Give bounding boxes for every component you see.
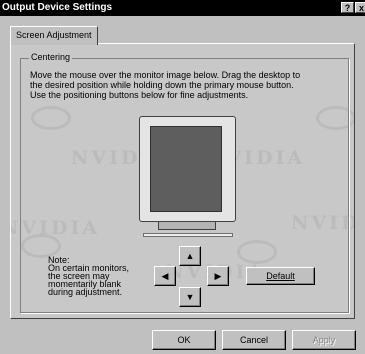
- monitor-base: [158, 222, 216, 230]
- title-bar: Output Device Settings ? x: [0, 0, 365, 16]
- instructions-text: Move the mouse over the monitor image be…: [30, 70, 348, 100]
- window-title: Output Device Settings: [2, 2, 113, 13]
- move-down-button[interactable]: ▼: [179, 287, 201, 307]
- arrow-up-icon: ▲: [185, 251, 195, 261]
- note-text: Note: On certain monitors, the screen ma…: [48, 256, 129, 297]
- move-left-button[interactable]: ◀: [154, 266, 176, 286]
- default-button[interactable]: Default: [246, 267, 315, 285]
- close-button[interactable]: x: [355, 2, 365, 13]
- instructions-line: Move the mouse over the monitor image be…: [30, 70, 301, 80]
- instructions-line: Use the positioning buttons below for fi…: [30, 90, 249, 100]
- arrow-left-icon: ◀: [161, 271, 169, 281]
- move-right-button[interactable]: ▶: [207, 266, 229, 286]
- default-button-label: Default: [266, 271, 295, 281]
- ok-button[interactable]: OK: [152, 330, 216, 350]
- instructions-line: the desired position while holding down …: [30, 80, 294, 90]
- monitor-screen[interactable]: [150, 126, 222, 212]
- arrow-right-icon: ▶: [214, 271, 222, 281]
- centering-group-label: Centering: [29, 52, 73, 62]
- tab-screen-adjustment[interactable]: Screen Adjustment: [10, 26, 98, 45]
- move-up-button[interactable]: ▲: [179, 246, 201, 266]
- note-line: during adjustment.: [48, 287, 123, 297]
- apply-button: Apply: [292, 330, 356, 350]
- help-button[interactable]: ?: [341, 2, 354, 13]
- monitor-stand: [143, 233, 233, 237]
- cancel-button[interactable]: Cancel: [222, 330, 286, 350]
- arrow-down-icon: ▼: [185, 292, 195, 302]
